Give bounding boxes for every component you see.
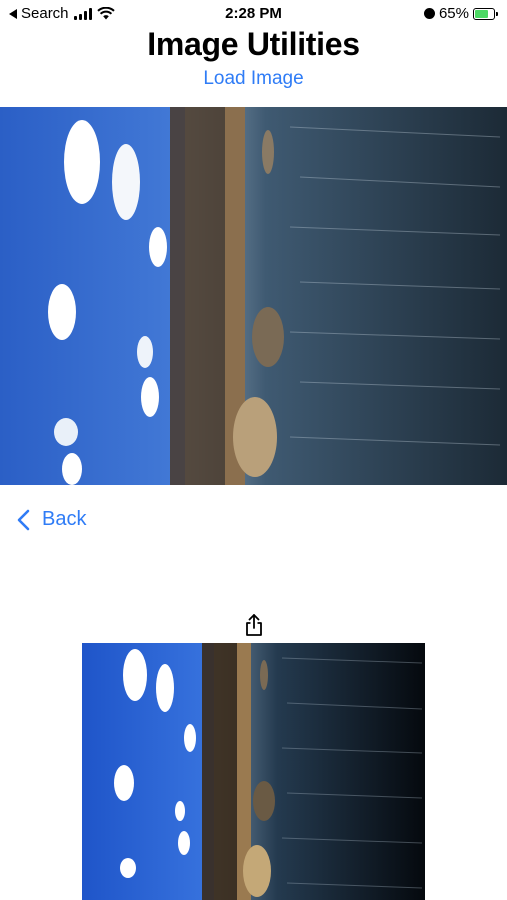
status-right: 65% <box>423 5 498 22</box>
share-icon[interactable] <box>244 613 264 637</box>
processed-image <box>82 643 425 900</box>
landscape-photo-high-contrast <box>82 643 425 900</box>
battery-percent: 65% <box>438 5 469 22</box>
back-button-label: Back <box>42 508 87 530</box>
alarm-icon <box>423 8 435 19</box>
status-bar: Search 2:28 PM 65% <box>0 0 507 28</box>
page-title: Image Utilities <box>147 26 360 62</box>
battery-charging-icon <box>473 7 498 20</box>
chevron-left-icon <box>17 509 30 530</box>
loaded-image <box>0 107 507 485</box>
load-image-button[interactable]: Load Image <box>0 68 507 90</box>
back-button[interactable]: Back <box>16 508 86 531</box>
landscape-photo <box>0 107 507 485</box>
